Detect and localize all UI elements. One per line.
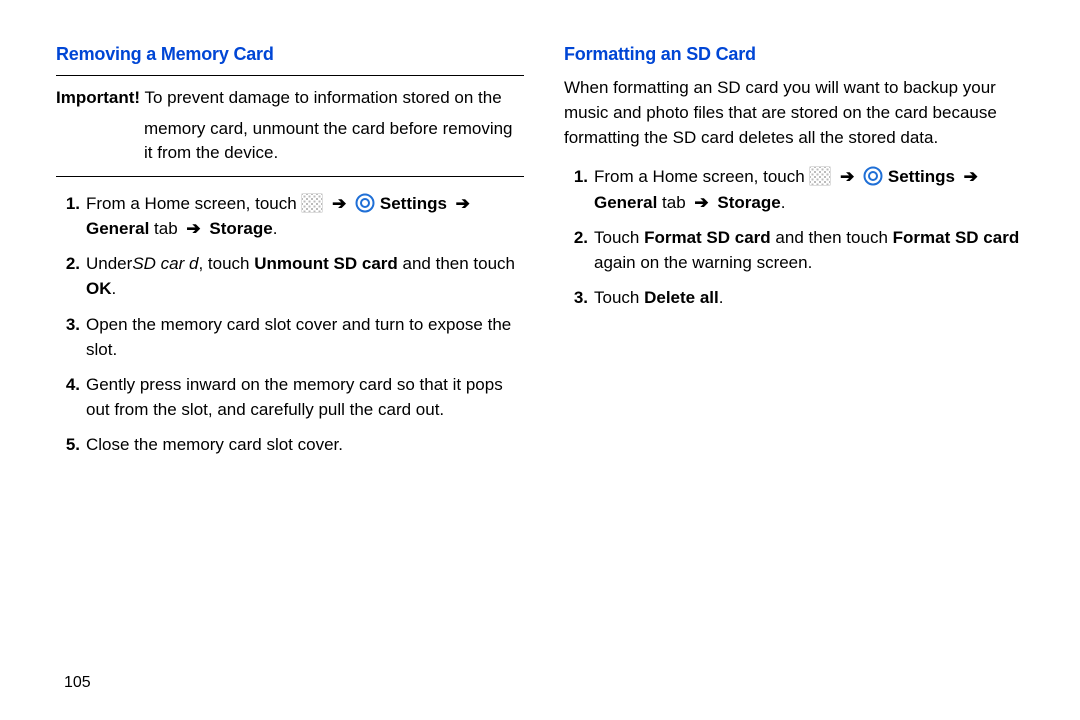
step-3: 3. Touch Delete all.: [564, 285, 1032, 310]
text: From a Home screen, touch: [594, 167, 809, 186]
unmount-label: Unmount SD card: [254, 254, 398, 273]
step-body: From a Home screen, touch ➔ Settings ➔ G…: [594, 164, 1032, 214]
text: and then touch: [398, 254, 515, 273]
heading-removing: Removing a Memory Card: [56, 44, 524, 65]
step-body: Close the memory card slot cover.: [86, 432, 524, 457]
formatting-intro: When formatting an SD card you will want…: [564, 75, 1032, 150]
storage-label: Storage: [209, 219, 272, 238]
arrow-icon: ➔: [332, 194, 346, 213]
text: From a Home screen, touch: [86, 194, 301, 213]
important-text-cont: memory card, unmount the card before rem…: [144, 117, 524, 166]
settings-label: Settings: [380, 194, 447, 213]
text: tab: [149, 219, 182, 238]
step-2: 2. UnderSD car d, touch Unmount SD card …: [56, 251, 524, 301]
delete-all-label: Delete all: [644, 288, 719, 307]
step-number: 2.: [564, 225, 588, 275]
arrow-icon: ➔: [964, 167, 978, 186]
text: and then touch: [771, 228, 893, 247]
rule-bottom: [56, 176, 524, 177]
settings-label: Settings: [888, 167, 955, 186]
step-body: Touch Delete all.: [594, 285, 1032, 310]
text: Touch: [594, 288, 644, 307]
formatting-steps: 1. From a Home screen, touch ➔ Settings …: [564, 164, 1032, 310]
text: again on the warning screen.: [594, 253, 812, 272]
arrow-icon: ➔: [840, 167, 854, 186]
step-body: Touch Format SD card and then touch Form…: [594, 225, 1032, 275]
general-label: General: [594, 193, 657, 212]
important-label: Important!: [56, 88, 140, 107]
step-number: 2.: [56, 251, 80, 301]
apps-grid-icon: [301, 193, 323, 213]
removing-steps: 1. From a Home screen, touch ➔ Settings …: [56, 191, 524, 457]
step-number: 3.: [56, 312, 80, 362]
heading-formatting: Formatting an SD Card: [564, 44, 1032, 65]
step-1: 1. From a Home screen, touch ➔ Settings …: [564, 164, 1032, 214]
left-column: Removing a Memory Card Important! To pre…: [56, 44, 524, 690]
arrow-icon: ➔: [694, 193, 708, 212]
general-label: General: [86, 219, 149, 238]
manual-page: Removing a Memory Card Important! To pre…: [0, 0, 1080, 720]
storage-label: Storage: [717, 193, 780, 212]
text: tab: [657, 193, 690, 212]
apps-grid-icon: [809, 166, 831, 186]
settings-gear-icon: [863, 166, 883, 186]
arrow-icon: ➔: [456, 194, 470, 213]
step-number: 3.: [564, 285, 588, 310]
page-number: 105: [64, 674, 91, 692]
step-2: 2. Touch Format SD card and then touch F…: [564, 225, 1032, 275]
italic-text: SD car d: [132, 254, 198, 273]
step-number: 5.: [56, 432, 80, 457]
text: Under: [86, 254, 132, 273]
text: Touch: [594, 228, 644, 247]
step-4: 4. Gently press inward on the memory car…: [56, 372, 524, 422]
step-body: Open the memory card slot cover and turn…: [86, 312, 524, 362]
step-number: 1.: [56, 191, 80, 241]
important-text-line1: To prevent damage to information stored …: [140, 88, 502, 107]
step-body: From a Home screen, touch ➔ Settings ➔ G…: [86, 191, 524, 241]
format-label-1: Format SD card: [644, 228, 771, 247]
ok-label: OK: [86, 279, 112, 298]
important-block: Important! To prevent damage to informat…: [56, 75, 524, 177]
format-label-2: Format SD card: [893, 228, 1020, 247]
arrow-icon: ➔: [186, 219, 200, 238]
step-body: UnderSD car d, touch Unmount SD card and…: [86, 251, 524, 301]
step-body: Gently press inward on the memory card s…: [86, 372, 524, 422]
text: , touch: [198, 254, 254, 273]
settings-gear-icon: [355, 193, 375, 213]
rule-top: [56, 75, 524, 76]
step-1: 1. From a Home screen, touch ➔ Settings …: [56, 191, 524, 241]
step-5: 5. Close the memory card slot cover.: [56, 432, 524, 457]
step-number: 1.: [564, 164, 588, 214]
step-3: 3. Open the memory card slot cover and t…: [56, 312, 524, 362]
step-number: 4.: [56, 372, 80, 422]
right-column: Formatting an SD Card When formatting an…: [564, 44, 1032, 690]
